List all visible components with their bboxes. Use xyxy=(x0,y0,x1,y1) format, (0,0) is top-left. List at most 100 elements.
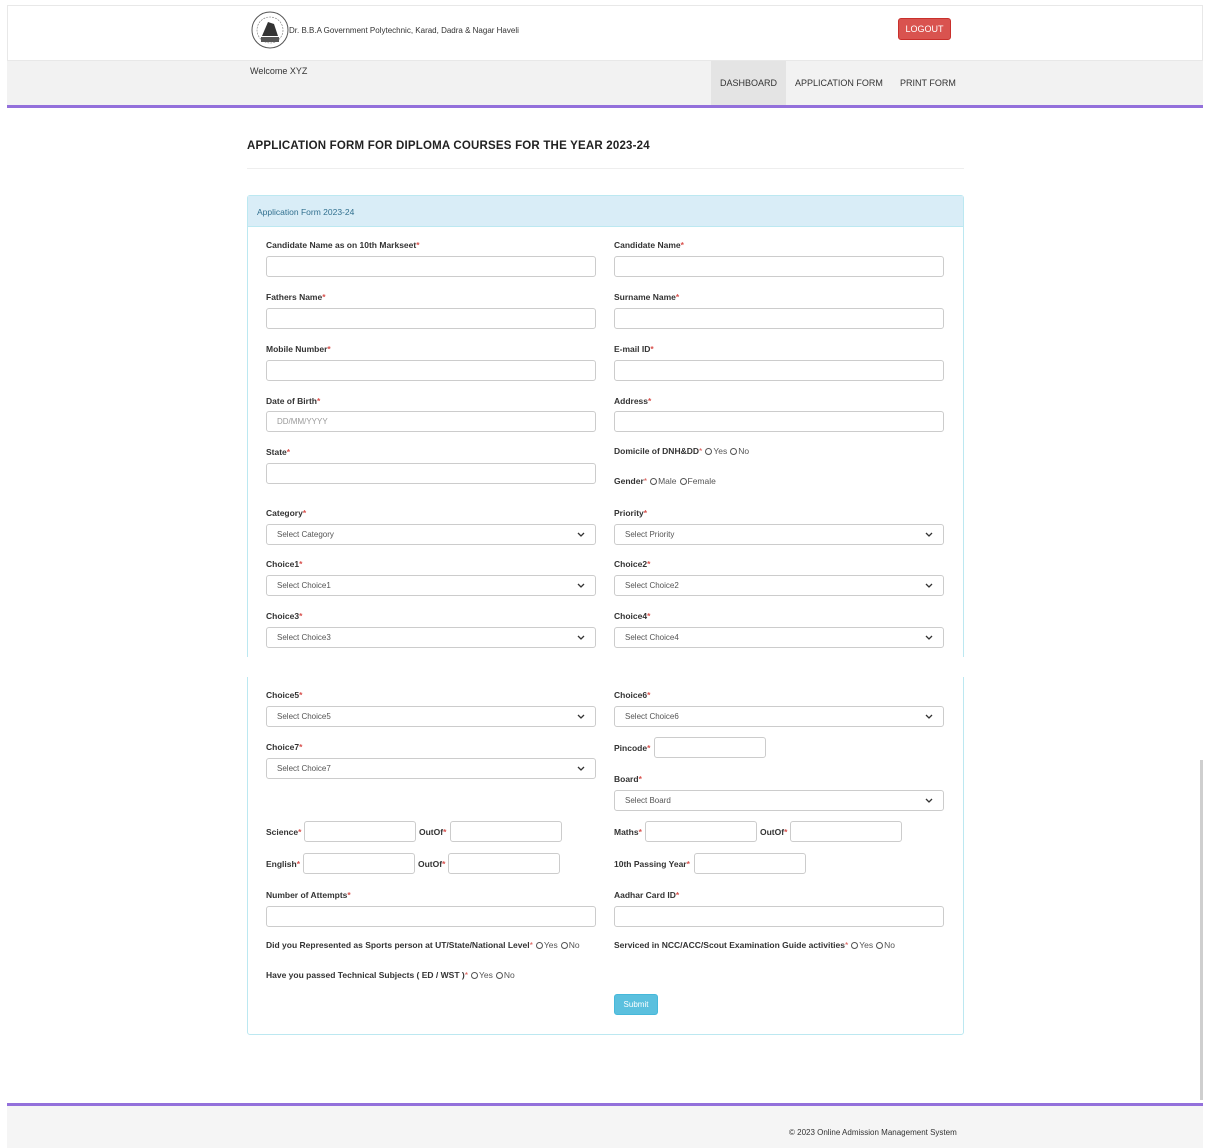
institute-logo xyxy=(250,10,290,50)
label-choice6: Choice6* xyxy=(614,690,651,700)
choice5-select[interactable]: Select Choice5 xyxy=(266,706,596,727)
ncc-yes-radio[interactable] xyxy=(851,941,859,949)
label-category: Category* xyxy=(266,508,307,518)
label-address: Address* xyxy=(614,396,652,406)
board-select[interactable]: Select Board xyxy=(614,790,944,811)
welcome-text: Welcome XYZ xyxy=(250,66,308,76)
maths-outof-input[interactable] xyxy=(790,821,902,842)
scrollbar[interactable] xyxy=(1200,760,1203,1100)
page-title: APPLICATION FORM FOR DIPLOMA COURSES FOR… xyxy=(247,140,650,152)
chevron-down-icon xyxy=(925,798,933,803)
technical-no-radio[interactable] xyxy=(495,971,503,979)
label-choice4: Choice4* xyxy=(614,611,651,621)
label-english: English* xyxy=(266,859,301,869)
nav-dashboard[interactable]: DASHBOARD xyxy=(711,61,787,105)
ncc-no-radio[interactable] xyxy=(876,941,884,949)
label-attempts: Number of Attempts* xyxy=(266,890,351,900)
chevron-down-icon xyxy=(577,766,585,771)
chevron-down-icon xyxy=(925,583,933,588)
choice1-select[interactable]: Select Choice1 xyxy=(266,575,596,596)
label-choice1: Choice1* xyxy=(266,559,303,569)
choice3-select[interactable]: Select Choice3 xyxy=(266,627,596,648)
technical-yes-radio[interactable] xyxy=(471,971,479,979)
label-fathers-name: Fathers Name* xyxy=(266,292,326,302)
label-aadhar: Aadhar Card ID* xyxy=(614,890,680,900)
attempts-input[interactable] xyxy=(266,906,596,927)
label-priority: Priority* xyxy=(614,508,648,518)
domicile-radio-group: Domicile of DNH&DD * Yes No xyxy=(614,446,750,456)
mobile-number-input[interactable] xyxy=(266,360,596,381)
priority-select[interactable]: Select Priority xyxy=(614,524,944,545)
science-marks-input[interactable] xyxy=(304,821,416,842)
panel-title: Application Form 2023-24 xyxy=(257,207,355,217)
surname-name-input[interactable] xyxy=(614,308,944,329)
label-passing-year: 10th Passing Year* xyxy=(614,859,690,869)
address-input[interactable] xyxy=(614,411,944,432)
passing-year-input[interactable] xyxy=(694,853,806,874)
choice6-select[interactable]: Select Choice6 xyxy=(614,706,944,727)
chevron-down-icon xyxy=(925,532,933,537)
label-maths: Maths* xyxy=(614,827,642,837)
technical-radio-group: Have you passed Technical Subjects ( ED … xyxy=(266,970,515,980)
institute-name: Dr. B.B.A Government Polytechnic, Karad,… xyxy=(289,26,519,35)
domicile-yes-radio[interactable] xyxy=(705,447,713,455)
submit-button[interactable]: Submit xyxy=(614,994,658,1015)
date-of-birth-input[interactable]: DD/MM/YYYY xyxy=(266,411,596,432)
navbar xyxy=(7,61,1203,108)
chevron-down-icon xyxy=(925,635,933,640)
label-choice7: Choice7* xyxy=(266,742,303,752)
screenshot-seam xyxy=(247,657,965,677)
label-choice5: Choice5* xyxy=(266,690,303,700)
domicile-no-radio[interactable] xyxy=(730,447,738,455)
label-date-of-birth: Date of Birth* xyxy=(266,396,321,406)
logout-button[interactable]: LOGOUT xyxy=(898,18,951,40)
label-board: Board* xyxy=(614,774,642,784)
nav-print-form[interactable]: PRINT FORM xyxy=(891,61,965,105)
science-outof-input[interactable] xyxy=(450,821,562,842)
aadhar-input[interactable] xyxy=(614,906,944,927)
fathers-name-input[interactable] xyxy=(266,308,596,329)
english-outof-input[interactable] xyxy=(448,853,560,874)
panel-heading: Application Form 2023-24 xyxy=(248,196,963,227)
label-choice2: Choice2* xyxy=(614,559,651,569)
label-email-id: E-mail ID* xyxy=(614,344,654,354)
sports-no-radio[interactable] xyxy=(560,941,568,949)
category-select[interactable]: Select Category xyxy=(266,524,596,545)
maths-marks-input[interactable] xyxy=(645,821,757,842)
label-choice3: Choice3* xyxy=(266,611,303,621)
chevron-down-icon xyxy=(577,583,585,588)
ncc-radio-group: Serviced in NCC/ACC/Scout Examination Gu… xyxy=(614,940,896,950)
label-surname-name: Surname Name* xyxy=(614,292,680,302)
label-candidate-name-10th: Candidate Name as on 10th Markseet* xyxy=(266,240,420,250)
label-candidate-name: Candidate Name* xyxy=(614,240,684,250)
sports-radio-group: Did you Represented as Sports person at … xyxy=(266,940,580,950)
choice7-select[interactable]: Select Choice7 xyxy=(266,758,596,779)
label-maths-outof: OutOf* xyxy=(760,827,788,837)
candidate-name-10th-input[interactable] xyxy=(266,256,596,277)
footer-copyright: © 2023 Online Admission Management Syste… xyxy=(789,1128,957,1137)
chevron-down-icon xyxy=(925,714,933,719)
label-science-outof: OutOf* xyxy=(419,827,447,837)
label-state: State* xyxy=(266,447,291,457)
nav-application-form[interactable]: APPLICATION FORM xyxy=(786,61,892,105)
gender-female-radio[interactable] xyxy=(679,477,687,485)
label-science: Science* xyxy=(266,827,302,837)
sports-yes-radio[interactable] xyxy=(535,941,543,949)
chevron-down-icon xyxy=(577,532,585,537)
label-english-outof: OutOf* xyxy=(418,859,446,869)
pincode-input[interactable] xyxy=(654,737,766,758)
candidate-name-input[interactable] xyxy=(614,256,944,277)
email-id-input[interactable] xyxy=(614,360,944,381)
footer xyxy=(7,1106,1203,1148)
chevron-down-icon xyxy=(577,714,585,719)
divider xyxy=(247,168,964,169)
top-header xyxy=(7,5,1203,61)
english-marks-input[interactable] xyxy=(303,853,415,874)
chevron-down-icon xyxy=(577,635,585,640)
choice4-select[interactable]: Select Choice4 xyxy=(614,627,944,648)
gender-radio-group: Gender * Male Female xyxy=(614,476,716,486)
label-pincode: Pincode* xyxy=(614,743,651,753)
state-input[interactable] xyxy=(266,463,596,484)
gender-male-radio[interactable] xyxy=(650,477,658,485)
choice2-select[interactable]: Select Choice2 xyxy=(614,575,944,596)
